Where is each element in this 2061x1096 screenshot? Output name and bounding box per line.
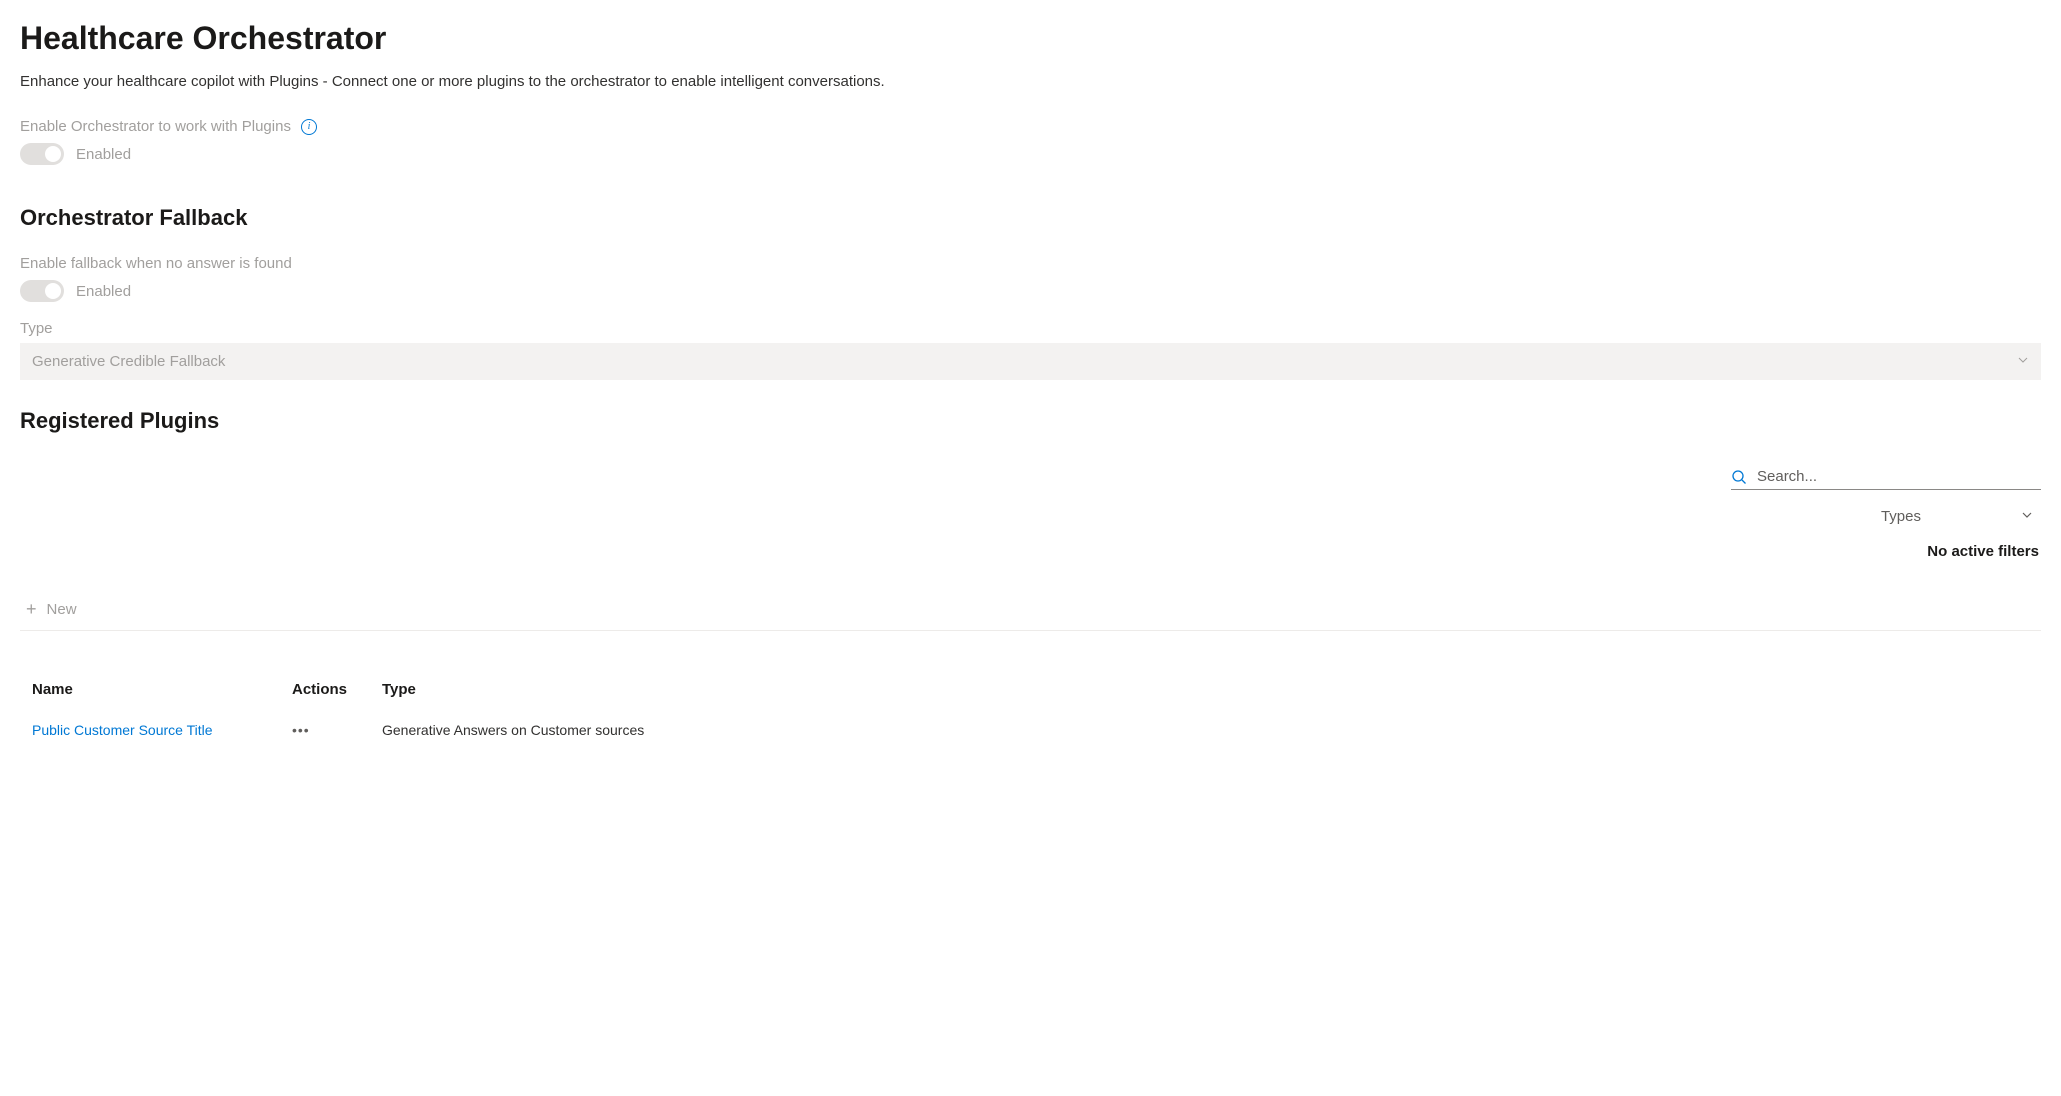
column-header-actions[interactable]: Actions	[292, 681, 382, 698]
enable-fallback-label: Enable fallback when no answer is found	[20, 255, 292, 272]
plugins-table: Name Actions Type Public Customer Source…	[20, 671, 2041, 752]
plugin-type: Generative Answers on Customer sources	[382, 722, 2029, 738]
enable-fallback-text: Enable fallback when no answer is found	[20, 255, 292, 272]
page-description: Enhance your healthcare copilot with Plu…	[20, 73, 2041, 90]
types-filter-dropdown[interactable]: Types	[1881, 508, 2041, 525]
enable-fallback-state: Enabled	[76, 283, 131, 300]
fallback-title: Orchestrator Fallback	[20, 205, 2041, 231]
enable-orchestrator-text: Enable Orchestrator to work with Plugins	[20, 118, 291, 135]
plus-icon: +	[26, 600, 37, 618]
fallback-type-select[interactable]: Generative Credible Fallback	[20, 343, 2041, 380]
column-header-type[interactable]: Type	[382, 681, 2029, 698]
search-input[interactable]	[1757, 468, 2041, 485]
new-plugin-button[interactable]: + New	[20, 590, 83, 628]
toggle-knob	[45, 146, 61, 162]
search-container[interactable]	[1731, 464, 2041, 490]
row-actions-menu[interactable]: •••	[292, 722, 310, 738]
plugins-title: Registered Plugins	[20, 408, 2041, 434]
chevron-down-icon	[2017, 353, 2029, 370]
enable-orchestrator-state: Enabled	[76, 146, 131, 163]
new-button-label: New	[47, 601, 77, 618]
chevron-down-icon	[2021, 508, 2033, 525]
enable-fallback-toggle[interactable]	[20, 280, 64, 302]
fallback-type-value: Generative Credible Fallback	[32, 353, 225, 370]
toggle-knob	[45, 283, 61, 299]
divider	[20, 630, 2041, 631]
column-header-name[interactable]: Name	[32, 681, 292, 698]
table-row: Public Customer Source Title ••• Generat…	[20, 708, 2041, 752]
fallback-type-label: Type	[20, 320, 2041, 337]
search-icon	[1731, 469, 1747, 485]
types-filter-label: Types	[1881, 508, 1921, 525]
info-icon[interactable]: i	[301, 119, 317, 135]
plugin-name-link[interactable]: Public Customer Source Title	[32, 722, 213, 738]
no-active-filters: No active filters	[1927, 543, 2041, 560]
page-title: Healthcare Orchestrator	[20, 20, 2041, 57]
enable-orchestrator-label: Enable Orchestrator to work with Plugins…	[20, 118, 317, 135]
enable-orchestrator-toggle[interactable]	[20, 143, 64, 165]
table-header: Name Actions Type	[20, 671, 2041, 708]
